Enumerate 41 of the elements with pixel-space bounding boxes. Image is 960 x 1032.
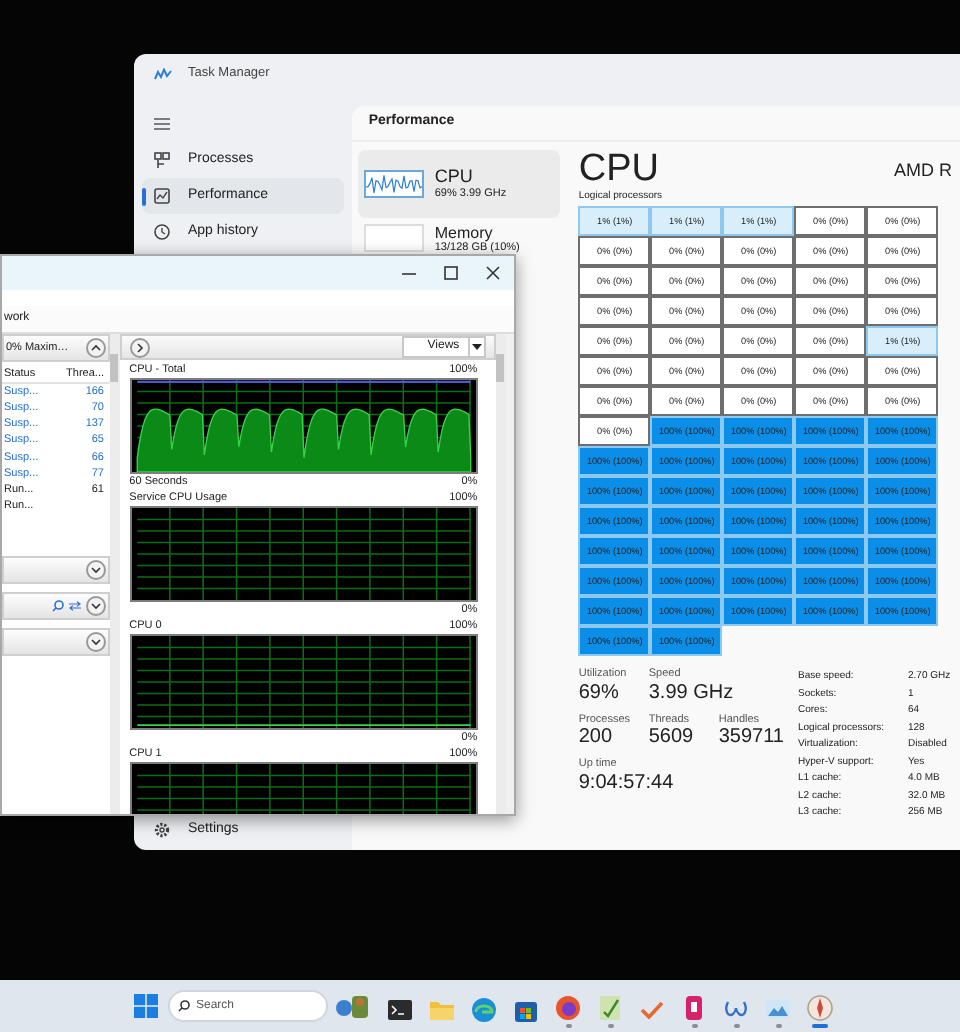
processes-icon (154, 152, 170, 168)
expand-icon[interactable] (129, 337, 150, 357)
section-header[interactable] (2, 556, 110, 584)
fox-browser-icon[interactable] (554, 994, 582, 1022)
start-icon[interactable] (132, 992, 160, 1020)
section-title: CPU (578, 150, 659, 190)
stat-value: 9:04:57:44 (578, 771, 674, 796)
app-logo-icon (154, 68, 172, 80)
scrollbar[interactable] (110, 334, 120, 814)
stat-value: 3.99 GHz (648, 681, 734, 706)
settings-icon (154, 822, 170, 838)
device-name: Memory (434, 224, 495, 242)
expand-icon[interactable] (86, 596, 106, 616)
cpu-model: AMD R (894, 159, 952, 181)
menu-icon[interactable] (154, 118, 170, 130)
compass-icon[interactable] (806, 994, 834, 1022)
section-header[interactable] (2, 628, 110, 656)
chart-icon (154, 188, 170, 204)
graph-thumbnail (364, 224, 425, 252)
stat-value: 359711 (718, 726, 784, 751)
tablet-icon[interactable] (680, 994, 708, 1022)
collapse-icon[interactable] (86, 338, 106, 358)
expand-icon[interactable] (86, 632, 106, 652)
stat-value: 5609 (648, 726, 696, 751)
swap-arrows-icon[interactable] (68, 600, 82, 612)
search-highlight-drawing[interactable] (332, 992, 372, 1020)
search-icon (178, 1000, 190, 1012)
stat-value: 69% (578, 681, 621, 706)
stat-value: 200 (578, 726, 615, 751)
scrollbar[interactable] (495, 334, 507, 814)
notepad-icon[interactable] (596, 994, 624, 1022)
section-header[interactable] (2, 592, 110, 620)
search-icon[interactable] (52, 600, 64, 612)
clock-icon (154, 224, 170, 240)
terminal-icon[interactable] (386, 995, 414, 1023)
photos-icon[interactable] (764, 994, 792, 1022)
device-name: CPU (434, 166, 475, 188)
browser-icon[interactable] (470, 995, 498, 1023)
expand-icon[interactable] (86, 560, 106, 580)
caret-icon (471, 344, 482, 350)
sparkline-graph (364, 170, 425, 198)
